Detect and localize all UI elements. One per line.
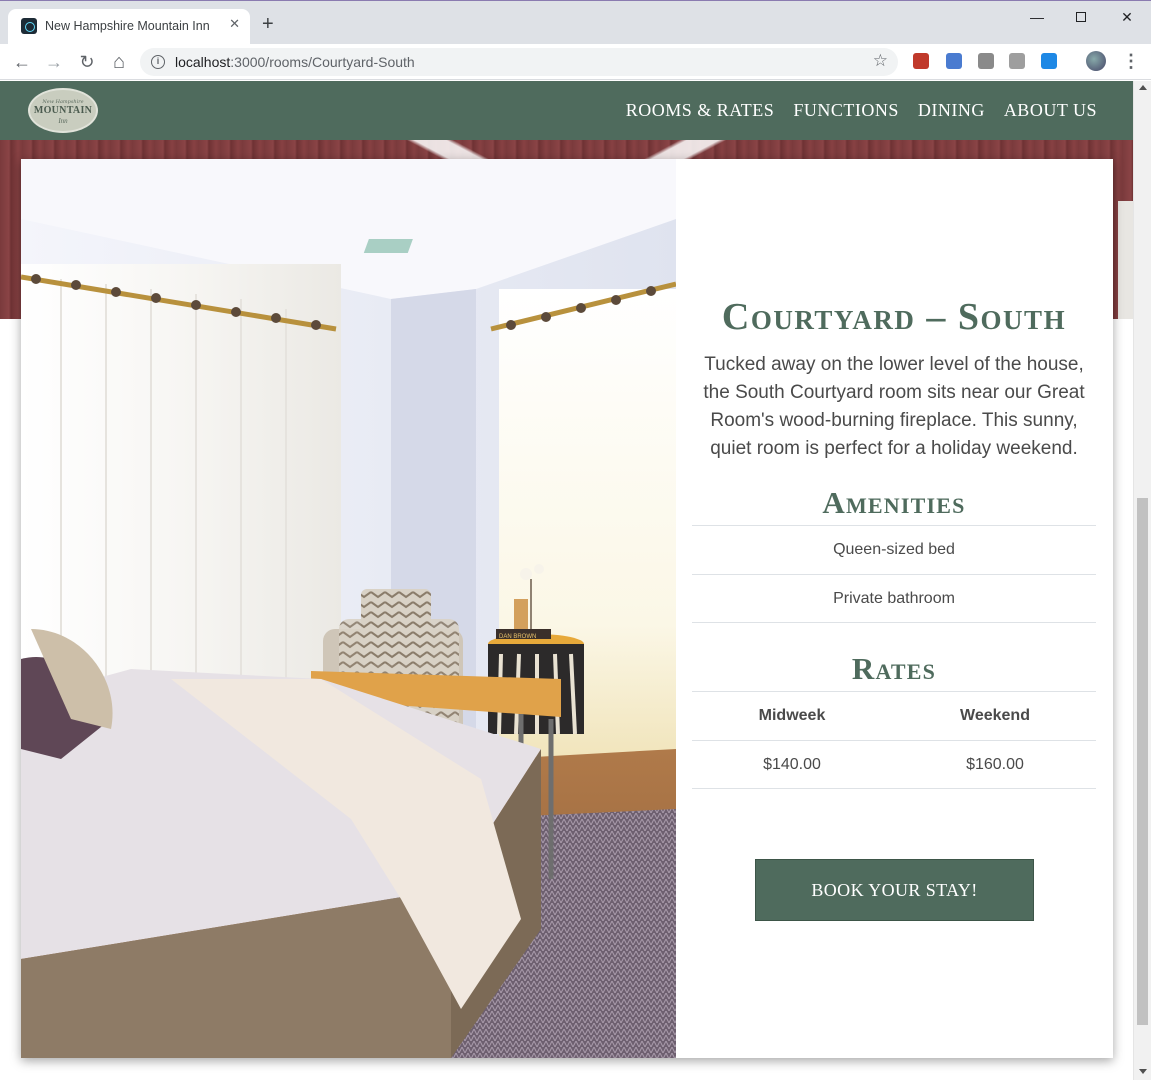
logo-sub-text: Inn	[58, 117, 68, 125]
rates-title: Rates	[851, 651, 937, 686]
edit-extension-icon[interactable]	[978, 53, 994, 69]
address-bar[interactable]: i localhost:3000/rooms/Courtyard-South ☆	[140, 48, 898, 76]
scroll-up-arrow-icon[interactable]	[1139, 85, 1147, 90]
rates-header-weekend: Weekend	[960, 707, 1030, 724]
browser-tab-strip: New Hampshire Mountain Inn ✕ + — ✕	[0, 0, 1151, 45]
bookmark-star-icon[interactable]: ☆	[873, 51, 888, 71]
browser-toolbar: ← → ↻ ⌂ i localhost:3000/rooms/Courtyard…	[0, 44, 1151, 80]
reload-button[interactable]: ↻	[75, 50, 99, 74]
home-button[interactable]: ⌂	[107, 50, 131, 74]
tab-title: New Hampshire Mountain Inn	[45, 19, 210, 33]
scrollbar-thumb[interactable]	[1137, 498, 1148, 1025]
logo-main-text: MOUNTAIN	[33, 105, 93, 116]
nav-functions[interactable]: FUNCTIONS	[793, 100, 899, 121]
refresh-extension-icon[interactable]	[1041, 53, 1057, 69]
maximize-button[interactable]	[1058, 5, 1104, 29]
page-scrollbar[interactable]	[1133, 81, 1151, 1080]
url-text[interactable]: localhost:3000/rooms/Courtyard-South	[175, 54, 415, 70]
room-description: Tucked away on the lower level of the ho…	[703, 354, 1085, 459]
new-tab-button[interactable]: +	[262, 14, 274, 34]
main-nav: ROOMS & RATES FUNCTIONS DINING ABOUT US	[626, 100, 1097, 121]
amenity-row: Queen-sized bed	[692, 525, 1096, 574]
amenity-item: Queen-sized bed	[833, 541, 955, 558]
rate-midweek: $140.00	[763, 756, 821, 773]
minimize-button[interactable]: —	[1014, 5, 1060, 29]
forward-button[interactable]: →	[42, 50, 66, 74]
browser-tab[interactable]: New Hampshire Mountain Inn ✕	[8, 9, 250, 45]
room-card: DAN BROWN Courtyard – South Tucked away …	[21, 159, 1113, 1058]
inn-logo[interactable]: New Hampshire MOUNTAIN Inn	[28, 88, 98, 133]
room-title: Courtyard – South	[721, 296, 1067, 338]
nav-about-us[interactable]: ABOUT US	[1004, 100, 1097, 121]
profile-avatar[interactable]	[1086, 51, 1106, 71]
rates-header-midweek: Midweek	[758, 707, 826, 724]
room-info-panel: Courtyard – South Tucked away on the low…	[692, 159, 1096, 1058]
nav-dining[interactable]: DINING	[918, 100, 985, 121]
photo-book-spine-text: DAN BROWN	[499, 634, 536, 640]
room-photo: DAN BROWN	[21, 159, 676, 1058]
maximize-icon	[1076, 12, 1086, 22]
scroll-down-arrow-icon[interactable]	[1139, 1069, 1147, 1074]
url-path: :3000/rooms/Courtyard-South	[230, 54, 415, 70]
amenity-item: Private bathroom	[833, 590, 955, 607]
close-window-button[interactable]: ✕	[1104, 5, 1150, 29]
rates-value-row: $140.00 $160.00	[692, 740, 1096, 789]
rates-header-row: Midweek Weekend	[692, 691, 1096, 740]
site-navbar: New Hampshire MOUNTAIN Inn ROOMS & RATES…	[0, 81, 1133, 140]
hero-decoration	[1118, 201, 1133, 319]
back-button[interactable]: ←	[10, 50, 34, 74]
extension-icon[interactable]	[946, 53, 962, 69]
browser-menu-icon[interactable]: ⋮	[1122, 49, 1140, 73]
url-host: localhost	[175, 54, 231, 70]
page-viewport: New Hampshire MOUNTAIN Inn ROOMS & RATES…	[0, 81, 1151, 1080]
book-your-stay-button[interactable]: BOOK YOUR STAY!	[755, 859, 1034, 921]
amenities-title: Amenities	[822, 485, 966, 520]
nav-rooms-rates[interactable]: ROOMS & RATES	[626, 100, 775, 121]
react-favicon-icon	[21, 18, 37, 34]
amenity-row: Private bathroom	[692, 574, 1096, 623]
rate-weekend: $160.00	[966, 756, 1024, 773]
bedroom-photo-illustration: DAN BROWN	[21, 159, 676, 1058]
image-extension-icon[interactable]	[1009, 53, 1025, 69]
site-info-icon[interactable]: i	[151, 55, 165, 69]
lastpass-icon[interactable]	[913, 53, 929, 69]
tab-close-icon[interactable]: ✕	[229, 16, 240, 32]
